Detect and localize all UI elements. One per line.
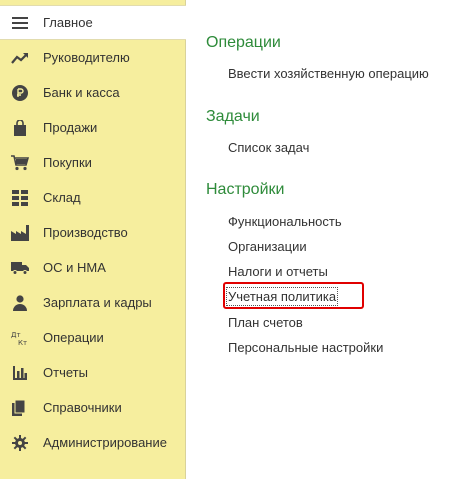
main-content: Операции Ввести хозяйственную операцию З…	[186, 0, 471, 479]
sidebar-item-label: Покупки	[43, 155, 92, 170]
trend-arrow-icon	[11, 49, 29, 67]
sidebar-item-label: ОС и НМА	[43, 260, 106, 275]
link-chart-of-accounts[interactable]: План счетов	[228, 315, 303, 330]
svg-text:Кт: Кт	[18, 339, 27, 346]
truck-icon	[11, 259, 29, 277]
menu-lines-icon	[11, 14, 29, 32]
sidebar-item-bank[interactable]: Банк и касса	[0, 75, 186, 110]
sidebar-item-production[interactable]: Производство	[0, 215, 186, 250]
sidebar-item-operations[interactable]: Дт Кт Операции	[0, 320, 186, 355]
shopping-bag-icon	[11, 119, 29, 137]
highlight-box	[223, 282, 364, 309]
link-organizations[interactable]: Организации	[228, 239, 307, 254]
section-title-tasks: Задачи	[206, 108, 260, 125]
sidebar-item-label: Зарплата и кадры	[43, 295, 152, 310]
sidebar: Главное Руководителю Банк и касса Продаж…	[0, 0, 186, 479]
sidebar-item-label: Банк и касса	[43, 85, 120, 100]
person-icon	[11, 294, 29, 312]
svg-text:Дт: Дт	[11, 331, 21, 339]
link-enter-operation[interactable]: Ввести хозяйственную операцию	[228, 66, 429, 81]
link-taxes-reports[interactable]: Налоги и отчеты	[228, 264, 328, 279]
shopping-cart-icon	[11, 154, 29, 172]
sidebar-item-purchases[interactable]: Покупки	[0, 145, 186, 180]
ruble-coin-icon	[11, 84, 29, 102]
bar-chart-icon	[11, 364, 29, 382]
sidebar-item-fixed-assets[interactable]: ОС и НМА	[0, 250, 186, 285]
section-title-settings: Настройки	[206, 181, 285, 198]
sidebar-item-label: Администрирование	[43, 435, 167, 450]
link-personal-settings[interactable]: Персональные настройки	[228, 340, 383, 355]
sidebar-item-manager[interactable]: Руководителю	[0, 40, 186, 75]
link-task-list[interactable]: Список задач	[228, 140, 309, 155]
sidebar-item-label: Склад	[43, 190, 81, 205]
sidebar-item-salary[interactable]: Зарплата и кадры	[0, 285, 186, 320]
sidebar-item-admin[interactable]: Администрирование	[0, 425, 186, 460]
sidebar-item-directories[interactable]: Справочники	[0, 390, 186, 425]
sidebar-item-label: Отчеты	[43, 365, 88, 380]
section-title-operations: Операции	[206, 34, 281, 51]
sidebar-item-label: Справочники	[43, 400, 122, 415]
sidebar-item-label: Главное	[43, 15, 93, 30]
debit-credit-icon: Дт Кт	[11, 329, 29, 347]
sidebar-item-label: Производство	[43, 225, 128, 240]
sidebar-item-label: Руководителю	[43, 50, 130, 65]
sidebar-item-label: Операции	[43, 330, 104, 345]
sidebar-item-label: Продажи	[43, 120, 98, 135]
sidebar-item-sales[interactable]: Продажи	[0, 110, 186, 145]
sidebar-item-reports[interactable]: Отчеты	[0, 355, 186, 390]
link-functionality[interactable]: Функциональность	[228, 214, 342, 229]
warehouse-grid-icon	[11, 189, 29, 207]
sidebar-item-main[interactable]: Главное	[0, 5, 186, 40]
sidebar-item-warehouse[interactable]: Склад	[0, 180, 186, 215]
gear-icon	[11, 434, 29, 452]
books-icon	[11, 399, 29, 417]
factory-icon	[11, 224, 29, 242]
